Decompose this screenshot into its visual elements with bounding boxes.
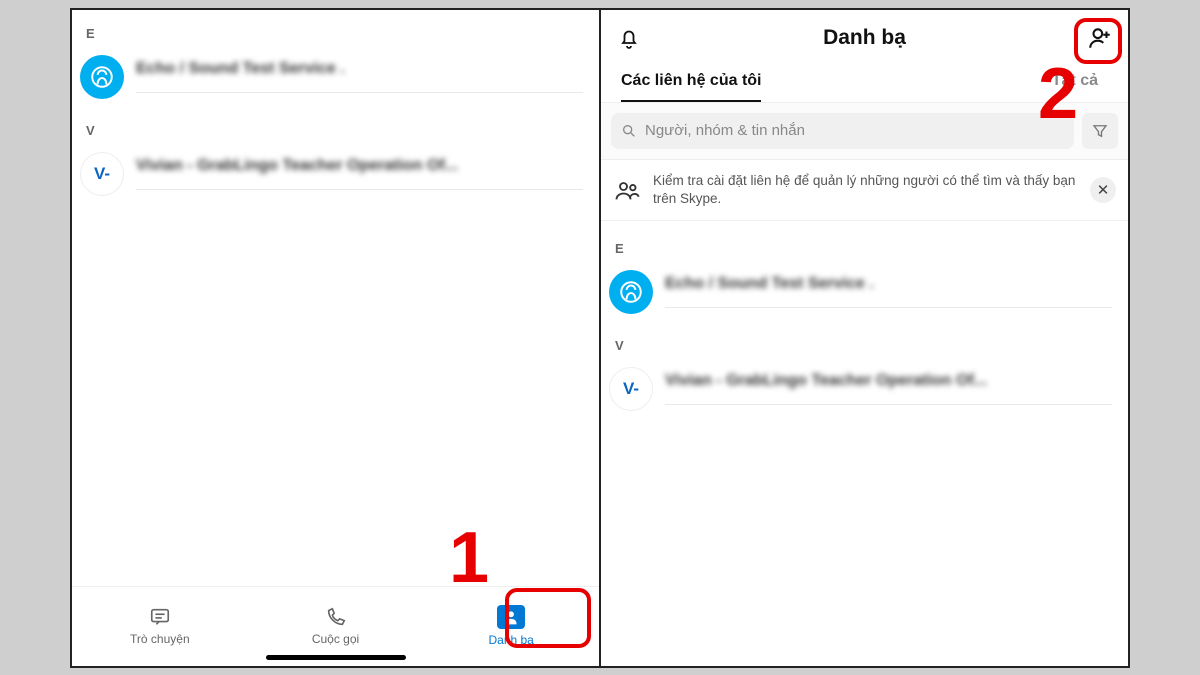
section-header: E <box>601 235 1128 260</box>
home-indicator <box>266 655 406 660</box>
tab-chat[interactable]: Trò chuyện <box>72 587 248 666</box>
contact-row[interactable]: Echo / Sound Test Service . <box>72 45 599 109</box>
callout-number: 1 <box>449 522 489 594</box>
search-input[interactable]: Người, nhóm & tin nhắn <box>611 113 1074 149</box>
contact-name: Echo / Sound Test Service . <box>136 60 583 78</box>
section-header: V <box>601 332 1128 357</box>
header: Danh bạ <box>601 10 1128 60</box>
people-icon <box>613 176 641 204</box>
callout-highlight <box>505 588 591 648</box>
notifications-icon[interactable] <box>615 24 643 52</box>
filter-button[interactable] <box>1082 113 1118 149</box>
contact-name: Vivian - GrabLingo Teacher Operation Of.… <box>136 157 583 175</box>
settings-notice: Kiểm tra cài đặt liên hệ để quản lý nhữn… <box>601 160 1128 221</box>
contact-row[interactable]: V- Vivian - GrabLingo Teacher Operation … <box>72 142 599 206</box>
avatar-letter: V- <box>80 152 124 196</box>
callout-number: 2 <box>1038 58 1078 130</box>
contact-row[interactable]: V- Vivian - GrabLingo Teacher Operation … <box>601 357 1128 421</box>
contact-row[interactable]: Echo / Sound Test Service . <box>601 260 1128 324</box>
subtab-my-contacts[interactable]: Các liên hệ của tôi <box>621 72 761 102</box>
contact-name: Vivian - GrabLingo Teacher Operation Of.… <box>665 372 1112 390</box>
avatar-letter: V- <box>609 367 653 411</box>
page-title: Danh bạ <box>823 26 906 50</box>
callout-highlight <box>1074 18 1122 64</box>
avatar-icon <box>609 270 653 314</box>
section-header: E <box>72 20 599 45</box>
tab-label: Cuộc gọi <box>312 632 359 646</box>
close-icon[interactable]: ✕ <box>1090 177 1116 203</box>
section-header: V <box>72 117 599 142</box>
notice-text: Kiểm tra cài đặt liên hệ để quản lý nhữn… <box>653 172 1078 208</box>
search-placeholder: Người, nhóm & tin nhắn <box>645 122 805 139</box>
phone-screen-right: Danh bạ Các liên hệ của tôi Tất cả Người… <box>600 8 1130 668</box>
phone-screen-left: E Echo / Sound Test Service . V V- Vivia… <box>70 8 600 668</box>
avatar-icon <box>80 55 124 99</box>
contact-name: Echo / Sound Test Service . <box>665 275 1112 293</box>
tab-label: Trò chuyện <box>130 632 190 646</box>
